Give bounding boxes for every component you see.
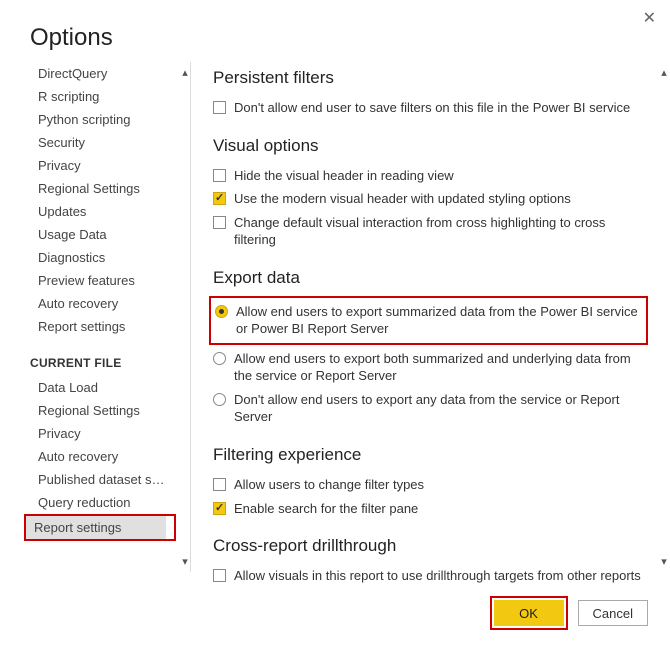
option-label: Change default visual interaction from c…	[234, 214, 644, 249]
option-label: Don't allow end user to save filters on …	[234, 99, 644, 117]
options-dialog: ✕ Options DirectQuery R scripting Python…	[0, 0, 670, 648]
sidebar-item-query-reduction[interactable]: Query reduction	[30, 491, 170, 514]
sidebar-item-privacy-file[interactable]: Privacy	[30, 422, 170, 445]
content-pane: Persistent filters Don't allow end user …	[190, 62, 670, 572]
checkbox-icon[interactable]	[213, 192, 226, 205]
sidebar-item-report-settings-global[interactable]: Report settings	[30, 315, 170, 338]
sidebar-item-published-dataset[interactable]: Published dataset set...	[30, 468, 170, 491]
chevron-up-icon[interactable]: ▴	[182, 62, 188, 83]
radio-icon[interactable]	[215, 305, 228, 318]
option-label: Allow end users to export both summarize…	[234, 350, 644, 385]
sidebar-item-regional-settings-file[interactable]: Regional Settings	[30, 399, 170, 422]
checkbox-icon[interactable]	[213, 101, 226, 114]
ok-button[interactable]: OK	[494, 600, 564, 626]
sidebar-item-preview-features[interactable]: Preview features	[30, 269, 170, 292]
sidebar-item-r-scripting[interactable]: R scripting	[30, 85, 170, 108]
section-export-data: Export data	[213, 268, 644, 288]
section-persistent-filters: Persistent filters	[213, 68, 644, 88]
chevron-up-icon[interactable]: ▴	[661, 62, 667, 83]
sidebar-item-data-load[interactable]: Data Load	[30, 376, 170, 399]
option-row[interactable]: Use the modern visual header with update…	[213, 187, 644, 211]
sidebar-item-python-scripting[interactable]: Python scripting	[30, 108, 170, 131]
checkbox-icon[interactable]	[213, 569, 226, 582]
sidebar-item-security[interactable]: Security	[30, 131, 170, 154]
checkbox-icon[interactable]	[213, 216, 226, 229]
option-row[interactable]: Don't allow end user to save filters on …	[213, 96, 644, 120]
cancel-button[interactable]: Cancel	[578, 600, 648, 626]
checkbox-icon[interactable]	[213, 502, 226, 515]
option-label: Enable search for the filter pane	[234, 500, 644, 518]
option-label: Don't allow end users to export any data…	[234, 391, 644, 426]
option-row[interactable]: Don't allow end users to export any data…	[213, 388, 644, 429]
sidebar-heading-current-file: CURRENT FILE	[30, 338, 186, 376]
option-label: Use the modern visual header with update…	[234, 190, 644, 208]
chevron-down-icon[interactable]: ▾	[661, 551, 667, 572]
option-row[interactable]: Allow visuals in this report to use dril…	[213, 564, 644, 588]
chevron-down-icon[interactable]: ▾	[182, 551, 188, 572]
option-row[interactable]: Allow end users to export summarized dat…	[215, 300, 642, 341]
option-row[interactable]: Change default visual interaction from c…	[213, 211, 644, 252]
option-label: Allow users to change filter types	[234, 476, 644, 494]
radio-icon[interactable]	[213, 352, 226, 365]
option-row[interactable]: Enable search for the filter pane	[213, 497, 644, 521]
section-cross-report: Cross-report drillthrough	[213, 536, 644, 556]
section-filtering-experience: Filtering experience	[213, 445, 644, 465]
sidebar-item-updates[interactable]: Updates	[30, 200, 170, 223]
dialog-footer: OK Cancel	[490, 596, 648, 630]
option-label: Allow visuals in this report to use dril…	[234, 567, 644, 585]
radio-icon[interactable]	[213, 393, 226, 406]
sidebar-item-regional-settings[interactable]: Regional Settings	[30, 177, 170, 200]
option-row[interactable]: Allow end users to export both summarize…	[213, 347, 644, 388]
option-label: Allow end users to export summarized dat…	[236, 303, 642, 338]
dialog-title: Options	[0, 0, 670, 62]
option-label: Hide the visual header in reading view	[234, 167, 644, 185]
sidebar-item-diagnostics[interactable]: Diagnostics	[30, 246, 170, 269]
sidebar-item-report-settings-file[interactable]: Report settings	[26, 516, 166, 539]
checkbox-icon[interactable]	[213, 169, 226, 182]
checkbox-icon[interactable]	[213, 478, 226, 491]
sidebar: DirectQuery R scripting Python scripting…	[30, 62, 190, 572]
content-scrollbar[interactable]: ▴ ▾	[656, 62, 670, 572]
section-visual-options: Visual options	[213, 136, 644, 156]
sidebar-item-directquery[interactable]: DirectQuery	[30, 62, 170, 85]
close-icon[interactable]: ✕	[643, 8, 656, 28]
option-row[interactable]: Allow users to change filter types	[213, 473, 644, 497]
sidebar-item-privacy[interactable]: Privacy	[30, 154, 170, 177]
sidebar-item-auto-recovery-file[interactable]: Auto recovery	[30, 445, 170, 468]
sidebar-item-auto-recovery[interactable]: Auto recovery	[30, 292, 170, 315]
sidebar-item-usage-data[interactable]: Usage Data	[30, 223, 170, 246]
option-row[interactable]: Hide the visual header in reading view	[213, 164, 644, 188]
